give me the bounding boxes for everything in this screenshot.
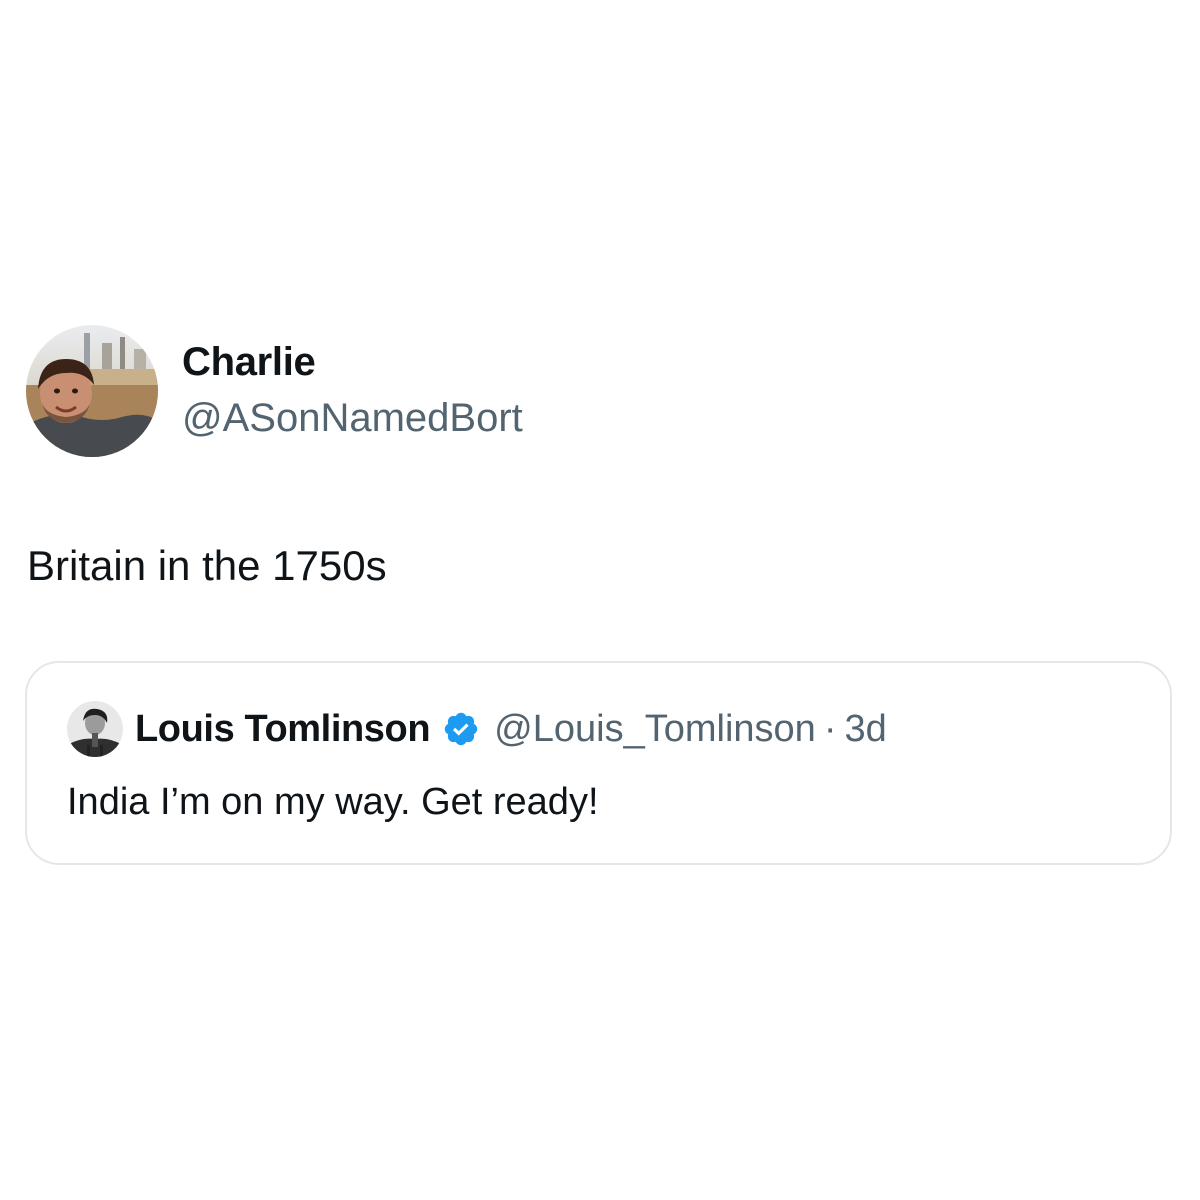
quoted-author-handle[interactable]: @Louis_Tomlinson (494, 708, 816, 751)
quoted-author-display-name[interactable]: Louis Tomlinson (135, 708, 431, 751)
quoted-tweet-text: India I’m on my way. Get ready! (67, 781, 599, 823)
quoted-tweet-card[interactable]: Louis Tomlinson @Louis_Tomlinson · 3d In… (25, 661, 1172, 865)
author-avatar[interactable] (26, 325, 158, 457)
quoted-tweet-timestamp[interactable]: 3d (844, 708, 886, 751)
tweet-author: Charlie @ASonNamedBort (26, 325, 523, 457)
separator-dot: · (823, 707, 837, 750)
author-display-name[interactable]: Charlie (182, 337, 523, 387)
tweet-text: Britain in the 1750s (27, 542, 387, 589)
verified-badge-icon (442, 710, 480, 748)
tweet: Charlie @ASonNamedBort Britain in the 17… (0, 0, 1200, 1200)
author-handle[interactable]: @ASonNamedBort (182, 391, 523, 445)
quoted-author-avatar[interactable] (67, 701, 123, 757)
author-names: Charlie @ASonNamedBort (182, 337, 523, 445)
quoted-tweet-header: Louis Tomlinson @Louis_Tomlinson · 3d (67, 701, 887, 757)
